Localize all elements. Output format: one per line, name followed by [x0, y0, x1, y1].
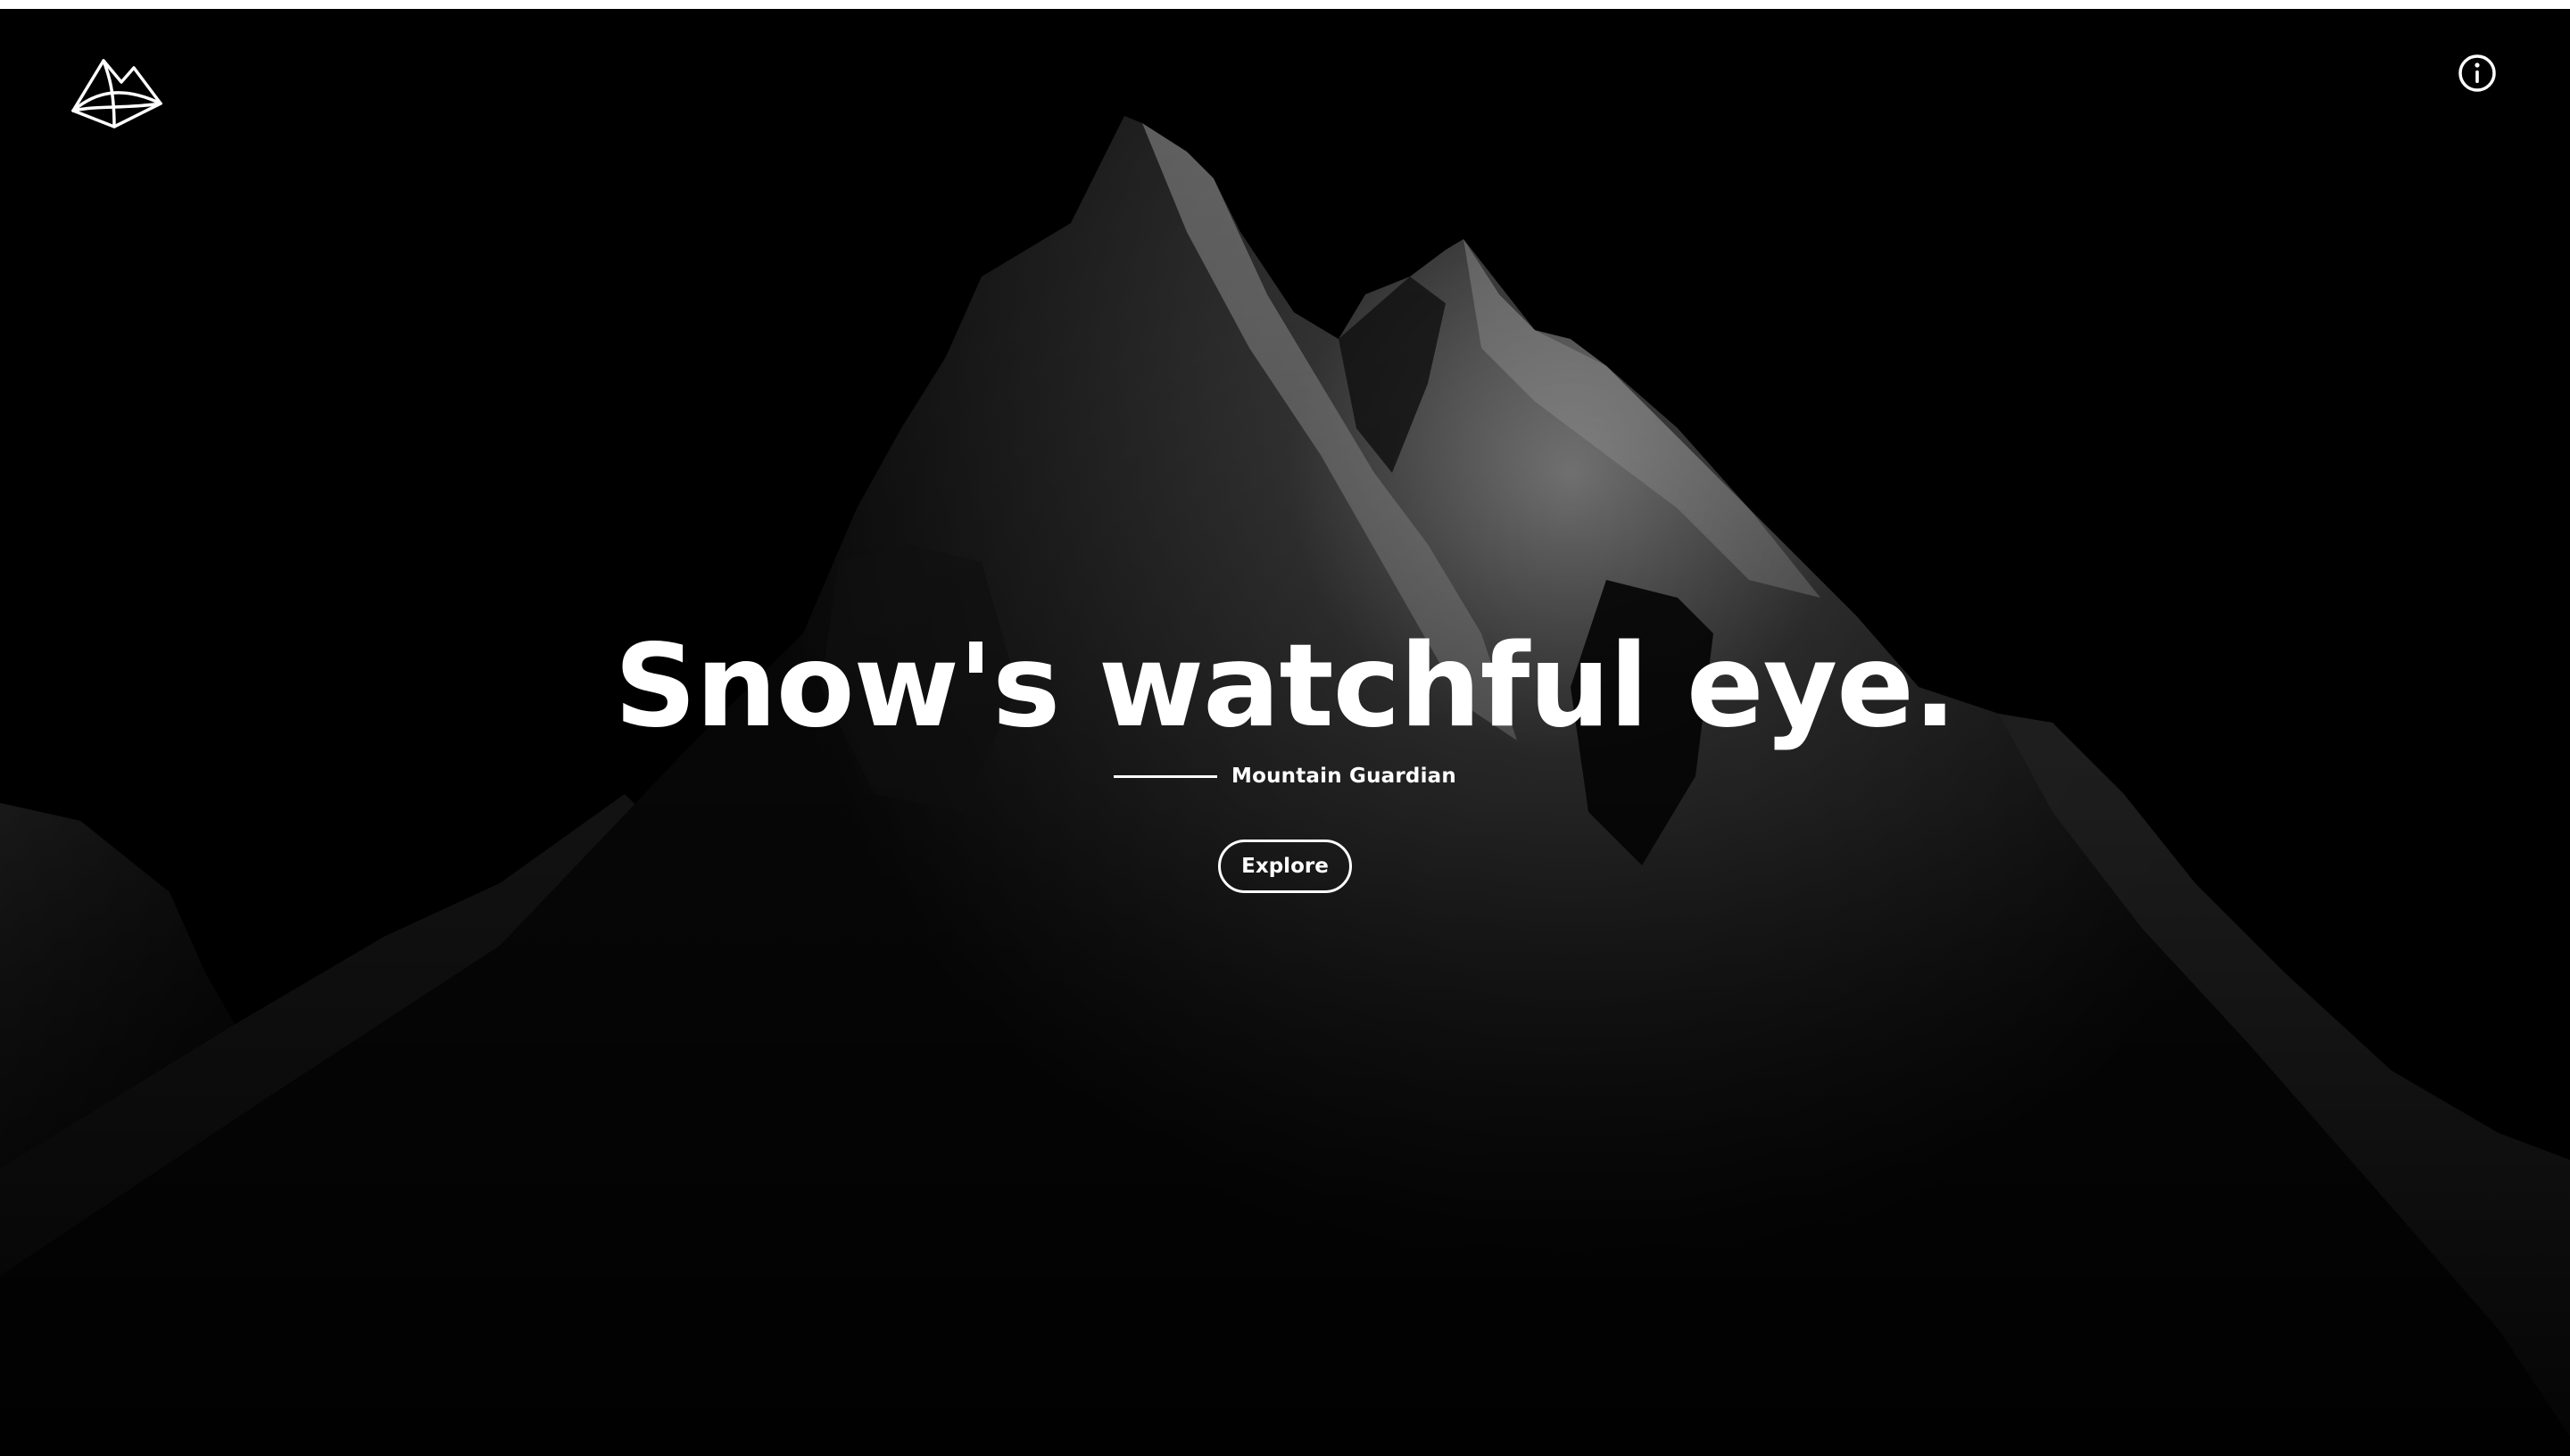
explore-button[interactable]: Explore [1218, 840, 1352, 893]
hero-subtitle: Mountain Guardian [1231, 765, 1456, 788]
info-icon[interactable] [2458, 54, 2497, 93]
hero-page: Snow's watchful eye. Mountain Guardian E… [0, 9, 2570, 1456]
hero-content: Snow's watchful eye. Mountain Guardian E… [0, 616, 2570, 893]
hero-headline: Snow's watchful eye. [614, 620, 1956, 753]
subtitle-divider [1114, 774, 1217, 778]
hero-subtitle-row: Mountain Guardian [0, 758, 2570, 794]
mountain-logo-icon[interactable] [70, 55, 164, 130]
